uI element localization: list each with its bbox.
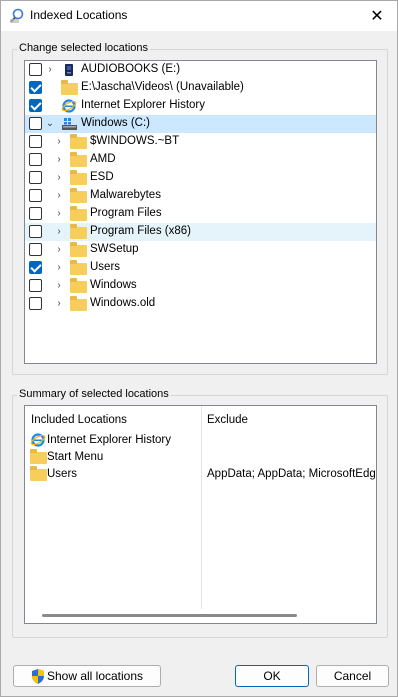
tree-row[interactable]: › Malwarebytes [25, 187, 376, 205]
folder-icon [70, 206, 87, 222]
column-divider [201, 406, 202, 609]
drive-icon [61, 62, 78, 78]
location-checkbox[interactable] [29, 189, 42, 202]
horizontal-scrollbar[interactable] [25, 609, 376, 623]
summary-label: Summary of selected locations [17, 388, 171, 400]
window-title: Indexed Locations [30, 8, 128, 22]
included-locations-header: Included Locations [31, 414, 127, 426]
folder-icon [70, 152, 87, 168]
folder-icon [70, 296, 87, 312]
folder-icon [70, 242, 87, 258]
folder-icon [70, 260, 87, 276]
tree-row[interactable]: › Windows.old [25, 295, 376, 313]
tree-row[interactable]: › Windows [25, 277, 376, 295]
location-label: Internet Explorer History [81, 99, 205, 111]
location-checkbox[interactable] [29, 153, 42, 166]
location-checkbox[interactable] [29, 117, 42, 130]
location-label: $WINDOWS.~BT [90, 135, 180, 147]
location-checkbox[interactable] [29, 297, 42, 310]
location-label: Windows [90, 279, 137, 291]
tree-row[interactable]: › AMD [25, 151, 376, 169]
folder-icon [61, 80, 78, 96]
chevron-right-icon[interactable]: › [54, 242, 64, 258]
location-checkbox[interactable] [29, 261, 42, 274]
chevron-right-icon[interactable]: › [54, 224, 64, 240]
location-label: Program Files [90, 207, 162, 219]
summary-included-ie: Internet Explorer History [47, 434, 171, 446]
location-label: AMD [90, 153, 116, 165]
chevron-right-icon[interactable]: › [45, 62, 55, 78]
summary-included-start-menu: Start Menu [47, 451, 104, 463]
location-label: Windows.old [90, 297, 156, 309]
location-checkbox[interactable] [29, 135, 42, 148]
indexed-locations-dialog: Indexed Locations ✕ Change selected loca… [0, 0, 398, 697]
cancel-label: Cancel [333, 669, 372, 683]
ok-label: OK [263, 669, 281, 683]
change-locations-label: Change selected locations [17, 42, 151, 54]
location-checkbox[interactable] [29, 99, 42, 112]
tree-row[interactable]: › Program Files (x86) [25, 223, 376, 241]
location-label: Malwarebytes [90, 189, 161, 201]
location-checkbox[interactable] [29, 171, 42, 184]
folder-icon [70, 170, 87, 186]
location-checkbox[interactable] [29, 207, 42, 220]
location-checkbox[interactable] [29, 81, 42, 94]
exclude-header: Exclude [207, 414, 248, 426]
cancel-button[interactable]: Cancel [316, 665, 389, 687]
location-checkbox[interactable] [29, 225, 42, 238]
show-all-label: Show all locations [46, 669, 144, 683]
chevron-right-icon[interactable]: › [54, 170, 64, 186]
summary-included-users: Users [47, 468, 78, 480]
ok-button[interactable]: OK [235, 665, 309, 687]
folder-icon [70, 278, 87, 294]
location-checkbox[interactable] [29, 243, 42, 256]
title-bar: Indexed Locations ✕ [1, 1, 397, 31]
chevron-down-icon[interactable]: ⌄ [45, 116, 55, 132]
tree-row[interactable]: ⌄ Windows (C:) [25, 115, 376, 133]
summary-list[interactable]: Included Locations Exclude Internet Expl… [24, 405, 377, 624]
chevron-right-icon[interactable]: › [54, 296, 64, 312]
chevron-right-icon[interactable]: › [54, 260, 64, 276]
tree-row[interactable]: › AUDIOBOOKS (E:) [25, 61, 376, 79]
location-label: Program Files (x86) [90, 225, 191, 237]
close-icon: ✕ [370, 8, 384, 25]
location-label: ESD [90, 171, 114, 183]
tree-row[interactable]: › SWSetup [25, 241, 376, 259]
location-label: E:\Jascha\Videos\ (Unavailable) [81, 81, 244, 93]
location-checkbox[interactable] [29, 63, 42, 76]
tree-row[interactable]: › Program Files [25, 205, 376, 223]
chevron-right-icon[interactable]: › [54, 278, 64, 294]
locations-tree[interactable]: › AUDIOBOOKS (E:) E:\Jascha\Videos\ (Unava… [24, 60, 377, 364]
chevron-right-icon[interactable]: › [54, 152, 64, 168]
tree-row[interactable]: › $WINDOWS.~BT [25, 133, 376, 151]
summary-exclude-users: AppData; AppData; MicrosoftEdgeB [207, 468, 377, 480]
folder-icon [30, 449, 47, 465]
close-button[interactable]: ✕ [357, 1, 397, 31]
show-all-locations-button[interactable]: Show all locations [13, 665, 161, 687]
uac-shield-icon [31, 668, 45, 684]
scrollbar-thumb[interactable] [42, 614, 297, 617]
chevron-right-icon[interactable]: › [54, 134, 64, 150]
tree-row[interactable]: E:\Jascha\Videos\ (Unavailable) [25, 79, 376, 97]
ie-icon [30, 432, 46, 448]
tree-row[interactable]: › ESD [25, 169, 376, 187]
location-label: AUDIOBOOKS (E:) [81, 63, 181, 75]
location-label: SWSetup [90, 243, 139, 255]
summary-row: Users AppData; AppData; MicrosoftEdgeB [30, 466, 377, 483]
chevron-right-icon[interactable]: › [54, 188, 64, 204]
folder-icon [70, 224, 87, 240]
folder-icon [30, 466, 47, 482]
location-checkbox[interactable] [29, 279, 42, 292]
ie-icon [61, 98, 78, 114]
tree-row[interactable]: › Users [25, 259, 376, 277]
indexing-options-icon [9, 8, 25, 24]
location-label: Windows (C:) [81, 117, 151, 129]
tree-row[interactable]: Internet Explorer History [25, 97, 376, 115]
system-drive-icon [61, 116, 78, 132]
location-label: Users [90, 261, 121, 273]
folder-icon [70, 188, 87, 204]
chevron-right-icon[interactable]: › [54, 206, 64, 222]
folder-icon [70, 134, 87, 150]
